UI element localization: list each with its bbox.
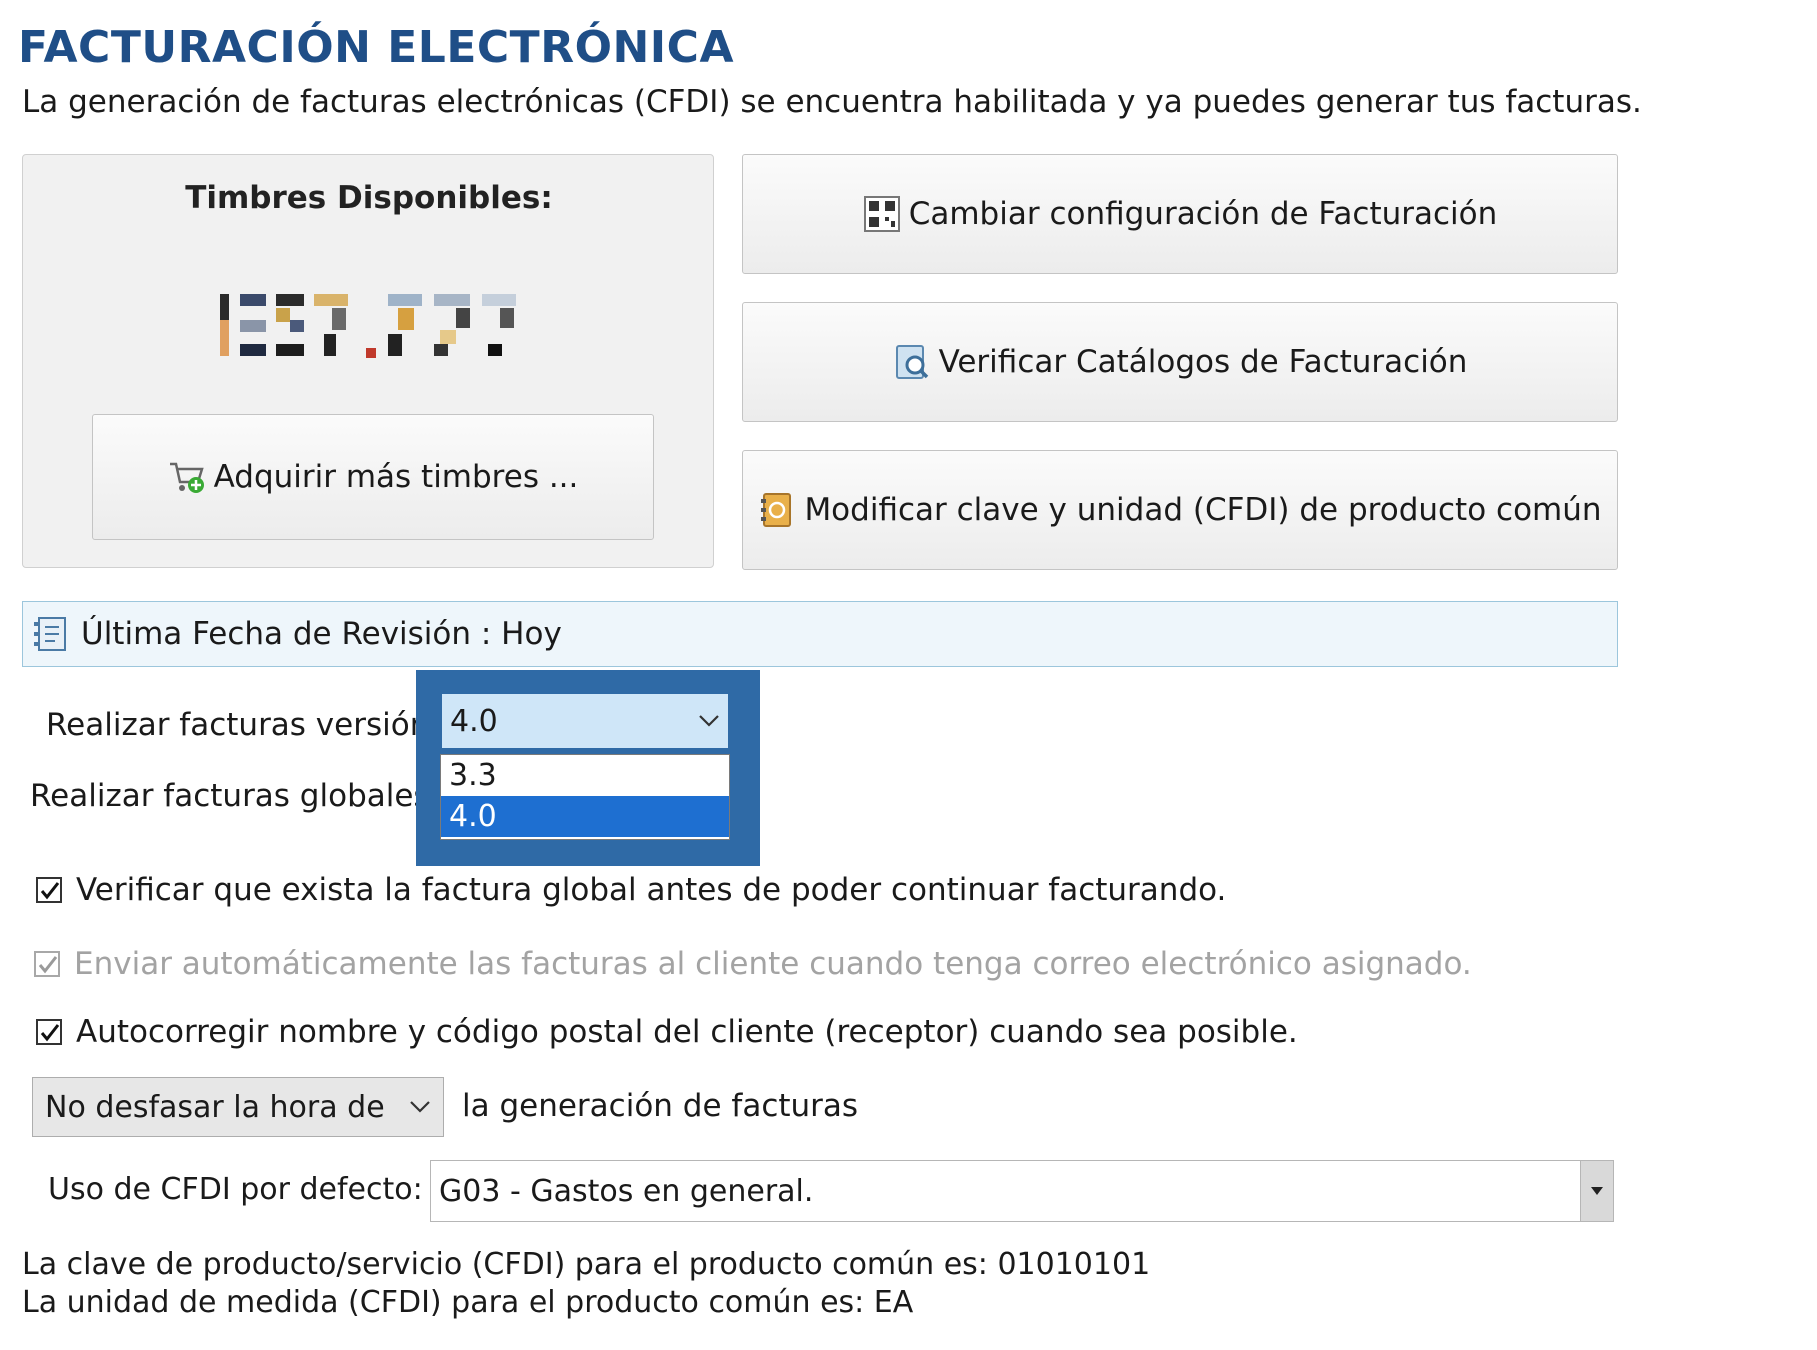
chevron-down-icon xyxy=(699,715,719,727)
checkmark-icon xyxy=(38,956,58,974)
verify-global-invoice-label: Verificar que exista la factura global a… xyxy=(76,872,1227,908)
modify-common-product-label: Modificar clave y unidad (CFDI) de produ… xyxy=(804,492,1602,528)
cart-add-icon xyxy=(169,462,204,493)
autocorrect-client-checkbox[interactable] xyxy=(36,1019,62,1045)
invoice-version-label: Realizar facturas versión xyxy=(46,707,430,743)
time-offset-select[interactable]: No desfasar la hora de xyxy=(32,1077,444,1137)
stamps-count-pixelated xyxy=(220,294,516,358)
time-offset-suffix: la generación de facturas xyxy=(462,1088,859,1124)
version-select[interactable]: 4.0 xyxy=(440,692,730,750)
document-list-icon xyxy=(34,617,66,651)
cfdi-use-value: G03 - Gastos en general. xyxy=(439,1173,814,1209)
version-option-4-0[interactable]: 4.0 xyxy=(441,796,729,837)
buy-stamps-button[interactable]: Adquirir más timbres ... xyxy=(92,414,654,540)
checkmark-icon xyxy=(40,882,60,900)
checkmark-icon xyxy=(40,1024,60,1042)
version-options-list: 3.3 4.0 xyxy=(440,754,730,840)
time-offset-value: No desfasar la hora de xyxy=(45,1089,385,1125)
last-revision-bar: Última Fecha de Revisión : Hoy xyxy=(22,601,1618,667)
buy-stamps-label: Adquirir más timbres ... xyxy=(213,459,579,495)
last-revision-text: Última Fecha de Revisión : Hoy xyxy=(81,616,562,652)
verify-global-invoice-checkbox[interactable] xyxy=(36,877,62,903)
version-selected-value: 4.0 xyxy=(450,703,498,739)
status-message: La generación de facturas electrónicas (… xyxy=(22,84,1642,120)
cfdi-use-label: Uso de CFDI por defecto: xyxy=(48,1172,423,1207)
chevron-down-icon xyxy=(410,1101,430,1113)
auto-send-invoice-label: Enviar automáticamente las facturas al c… xyxy=(74,946,1472,982)
change-billing-config-button[interactable]: Cambiar configuración de Facturación xyxy=(742,154,1618,274)
dropdown-arrow-icon[interactable] xyxy=(1580,1161,1613,1221)
unit-info: La unidad de medida (CFDI) para el produ… xyxy=(22,1285,914,1320)
catalog-search-icon xyxy=(895,345,928,379)
auto-send-invoice-option: Enviar automáticamente las facturas al c… xyxy=(34,946,1472,982)
global-invoice-label: Realizar facturas globales xyxy=(30,778,430,814)
autocorrect-client-option: Autocorregir nombre y código postal del … xyxy=(36,1014,1298,1050)
address-book-icon xyxy=(761,493,792,527)
modify-common-product-button[interactable]: Modificar clave y unidad (CFDI) de produ… xyxy=(742,450,1618,570)
stamps-available-label: Timbres Disponibles: xyxy=(185,180,553,216)
product-key-info: La clave de producto/servicio (CFDI) par… xyxy=(22,1247,1151,1282)
verify-global-invoice-option: Verificar que exista la factura global a… xyxy=(36,872,1226,908)
qr-code-icon xyxy=(863,196,900,232)
change-billing-config-label: Cambiar configuración de Facturación xyxy=(908,196,1498,232)
version-option-3-3[interactable]: 3.3 xyxy=(441,755,729,796)
page-title: FACTURACIÓN ELECTRÓNICA xyxy=(18,22,735,73)
verify-catalogs-button[interactable]: Verificar Catálogos de Facturación xyxy=(742,302,1618,422)
autocorrect-client-label: Autocorregir nombre y código postal del … xyxy=(76,1014,1298,1050)
cfdi-use-select[interactable]: G03 - Gastos en general. xyxy=(430,1160,1614,1222)
verify-catalogs-label: Verificar Catálogos de Facturación xyxy=(938,344,1468,380)
auto-send-invoice-checkbox xyxy=(34,951,60,977)
